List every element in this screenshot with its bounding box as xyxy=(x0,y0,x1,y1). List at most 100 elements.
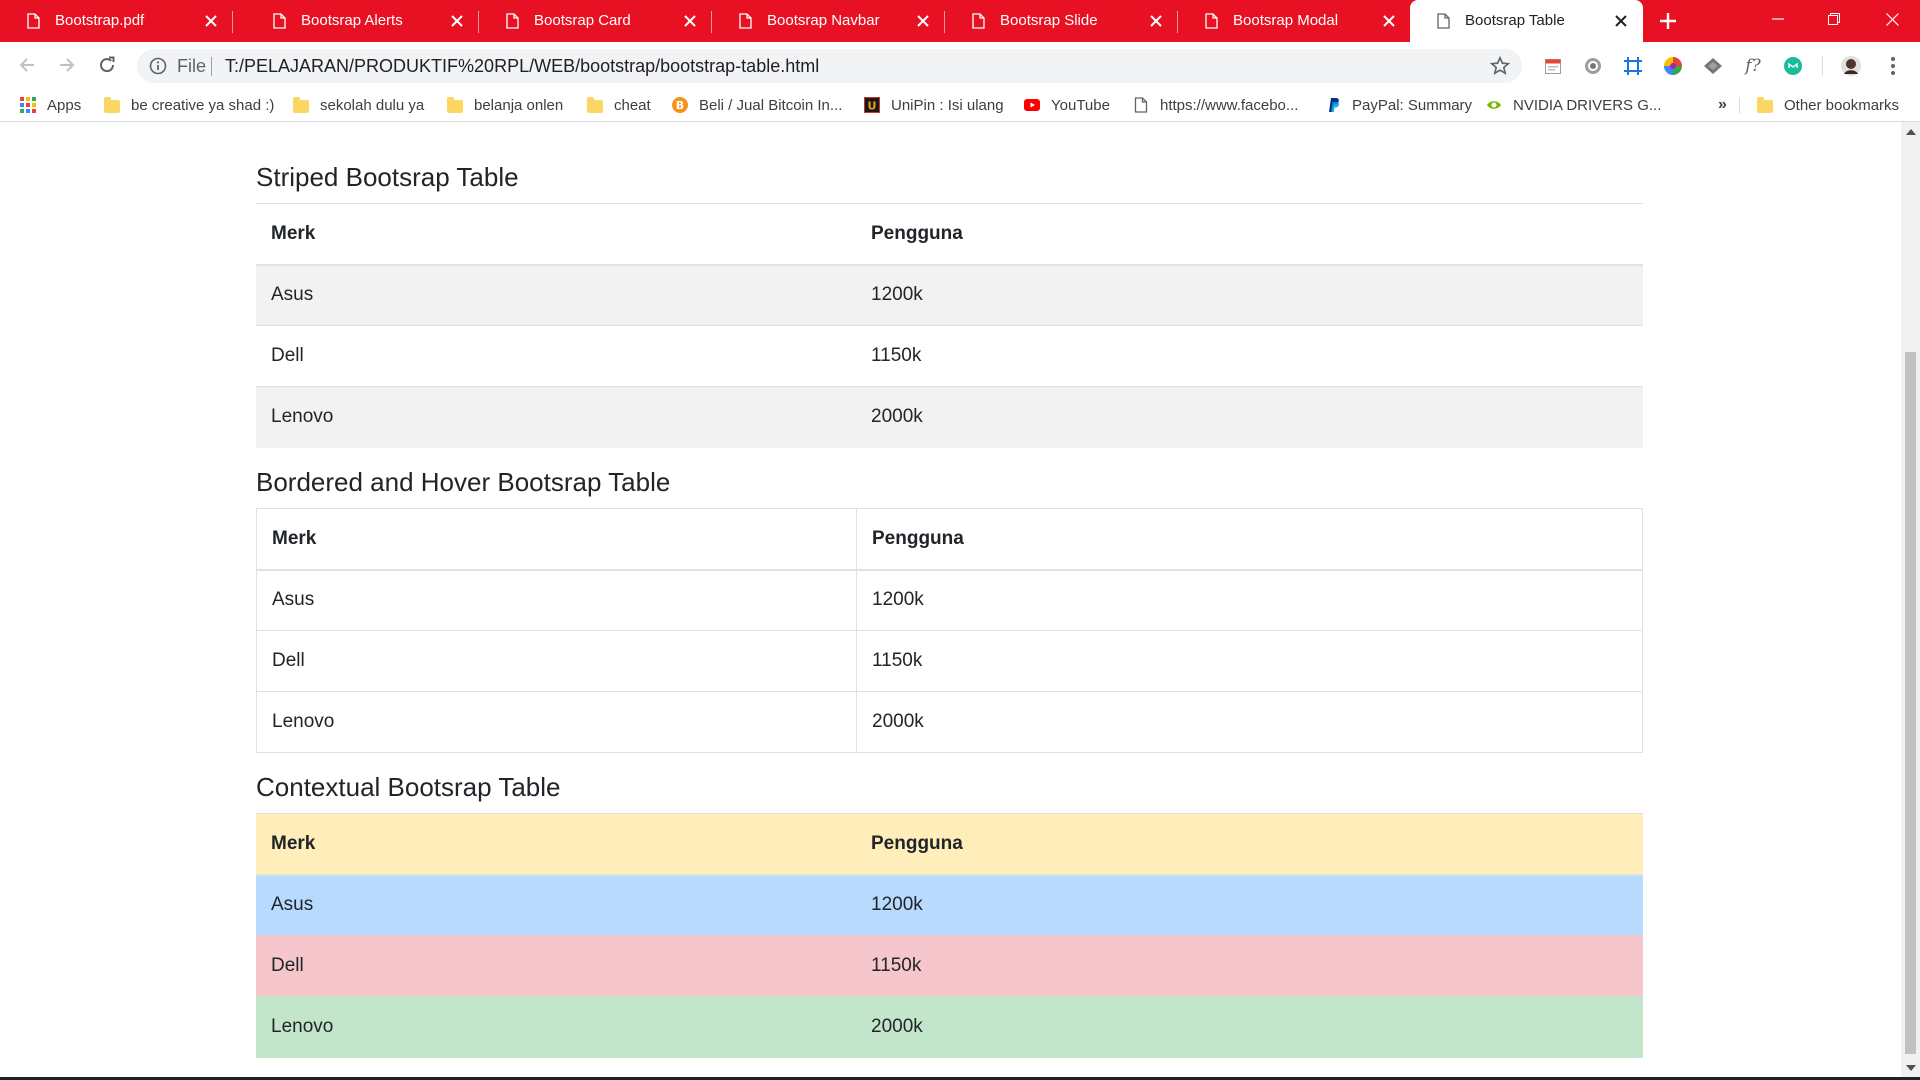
bookmarks-divider xyxy=(1739,97,1740,114)
info-icon[interactable] xyxy=(149,57,167,75)
table-cell: Dell xyxy=(256,935,856,997)
close-icon[interactable] xyxy=(680,11,700,31)
bookmark-other[interactable]: Other bookmarks xyxy=(1757,93,1899,117)
tab-title: Bootsrap Navbar xyxy=(767,12,880,29)
tab-bootsrap-slide[interactable]: Bootsrap Slide xyxy=(945,0,1178,42)
bookmark-label: sekolah dulu ya xyxy=(320,96,425,114)
section-title-striped: Striped Bootsrap Table xyxy=(256,162,519,192)
folder-icon xyxy=(1757,97,1773,113)
formula-icon-label: f? xyxy=(1745,56,1761,76)
close-icon[interactable] xyxy=(1146,11,1166,31)
back-button[interactable] xyxy=(12,50,42,80)
tab-bootsrap-navbar[interactable]: Bootsrap Navbar xyxy=(712,0,945,42)
section-title-contextual: Contextual Bootsrap Table xyxy=(256,772,561,802)
menu-button[interactable] xyxy=(1882,55,1904,77)
close-icon[interactable] xyxy=(913,11,933,31)
omnibox-divider xyxy=(211,57,212,76)
scrollbar-thumb[interactable] xyxy=(1905,352,1916,1054)
page-icon xyxy=(27,13,40,29)
bookmark-unipin[interactable]: U UniPin : Isi ulang xyxy=(864,93,1004,117)
address-bar[interactable]: File T:/PELAJARAN/PRODUKTIF%20RPL/WEB/bo… xyxy=(137,49,1522,83)
color-picker-extension-icon[interactable] xyxy=(1662,55,1684,77)
bookmark-apps[interactable]: Apps xyxy=(20,93,81,117)
column-header: Pengguna xyxy=(856,203,1643,266)
table-header-row: Merk Pengguna xyxy=(256,508,1643,571)
window-close-button[interactable] xyxy=(1864,0,1920,38)
table-cell: Lenovo xyxy=(256,386,856,448)
bookmark-folder[interactable]: be creative ya shad :) xyxy=(104,93,274,117)
unipin-icon: U xyxy=(864,97,880,113)
table-cell: 1200k xyxy=(856,874,1643,936)
tab-bootsrap-alerts[interactable]: Bootsrap Alerts xyxy=(246,0,479,42)
svg-text:B: B xyxy=(676,99,684,112)
table-cell: 2000k xyxy=(856,996,1643,1058)
gear-extension-icon[interactable] xyxy=(1582,55,1604,77)
more-vertical-icon xyxy=(1891,57,1895,75)
apps-grid-icon xyxy=(20,97,36,113)
bookmark-folder[interactable]: cheat xyxy=(587,93,651,117)
page-icon xyxy=(1205,13,1218,29)
tab-title: Bootstrap.pdf xyxy=(55,12,145,29)
bookmarks-overflow-button[interactable]: » xyxy=(1718,93,1727,117)
tab-title: Bootsrap Slide xyxy=(1000,12,1098,29)
bookmark-label: PayPal: Summary xyxy=(1352,96,1473,114)
grid-extension-icon[interactable] xyxy=(1622,55,1644,77)
close-icon[interactable] xyxy=(1379,11,1399,31)
section-title-bordered: Bordered and Hover Bootsrap Table xyxy=(256,467,671,497)
tab-bootstrap-pdf[interactable]: Bootstrap.pdf xyxy=(0,0,233,42)
tab-bootsrap-modal[interactable]: Bootsrap Modal xyxy=(1178,0,1411,42)
tab-title: Bootsrap Card xyxy=(534,12,631,29)
table-cell: Dell xyxy=(256,325,856,387)
table-cell: Lenovo xyxy=(256,691,857,753)
bookmark-paypal[interactable]: PayPal: Summary xyxy=(1325,93,1472,117)
folder-icon xyxy=(104,97,120,113)
arrow-right-icon xyxy=(60,58,75,72)
tab-bootsrap-table[interactable]: Bootsrap Table xyxy=(1410,0,1643,42)
teal-extension-icon[interactable] xyxy=(1782,55,1804,77)
table-row[interactable]: Lenovo 2000k xyxy=(256,691,1643,753)
bookmark-label: YouTube xyxy=(1051,96,1110,114)
youtube-icon xyxy=(1024,99,1040,111)
bookmarks-bar: Apps be creative ya shad :) sekolah dulu… xyxy=(0,88,1920,122)
page-icon xyxy=(1437,13,1450,29)
table-cell: 1150k xyxy=(856,325,1643,387)
table-row[interactable]: Dell 1150k xyxy=(256,630,1643,692)
reload-icon xyxy=(100,56,115,73)
bookmark-label: Other bookmarks xyxy=(1784,96,1900,114)
calendar-extension-icon[interactable] xyxy=(1542,55,1564,77)
toolbar-divider xyxy=(1822,56,1823,76)
plus-icon xyxy=(1660,13,1676,29)
bookmark-folder[interactable]: sekolah dulu ya xyxy=(293,93,424,117)
table-cell: 1200k xyxy=(856,264,1643,326)
star-icon[interactable] xyxy=(1490,56,1510,76)
layers-extension-icon[interactable] xyxy=(1702,55,1724,77)
reload-button[interactable] xyxy=(92,50,122,80)
new-tab-button[interactable] xyxy=(1655,8,1681,34)
close-icon[interactable] xyxy=(447,11,467,31)
bookmark-folder[interactable]: belanja onlen xyxy=(447,93,563,117)
profile-avatar[interactable] xyxy=(1840,55,1862,77)
bookmark-facebook[interactable]: https://www.facebo... xyxy=(1133,93,1298,117)
forward-button[interactable] xyxy=(52,50,82,80)
svg-text:U: U xyxy=(868,100,877,113)
bookmark-youtube[interactable]: YouTube xyxy=(1024,93,1110,117)
bookmark-bitcoin[interactable]: B Beli / Jual Bitcoin In... xyxy=(672,93,842,117)
table-header-row: Merk Pengguna xyxy=(256,203,1643,266)
scroll-up-arrow-icon[interactable] xyxy=(1906,129,1916,135)
scroll-down-arrow-icon[interactable] xyxy=(1906,1065,1916,1071)
table-cell: Asus xyxy=(256,874,856,936)
tab-bootsrap-card[interactable]: Bootsrap Card xyxy=(479,0,712,42)
table-row: Lenovo 2000k xyxy=(256,386,1643,448)
vertical-scrollbar[interactable] xyxy=(1901,122,1920,1078)
minimize-button[interactable] xyxy=(1750,0,1806,38)
url-text[interactable]: T:/PELAJARAN/PRODUKTIF%20RPL/WEB/bootstr… xyxy=(225,56,819,77)
folder-icon xyxy=(293,97,309,113)
close-icon[interactable] xyxy=(201,11,221,31)
table-row[interactable]: Asus 1200k xyxy=(256,569,1643,631)
bookmark-nvidia[interactable]: NVIDIA DRIVERS G... xyxy=(1486,93,1661,117)
formula-extension-icon[interactable]: f? xyxy=(1742,55,1764,77)
tab-separator xyxy=(232,11,233,33)
page-icon xyxy=(506,13,519,29)
close-icon[interactable] xyxy=(1611,11,1631,31)
restore-button[interactable] xyxy=(1806,0,1862,38)
